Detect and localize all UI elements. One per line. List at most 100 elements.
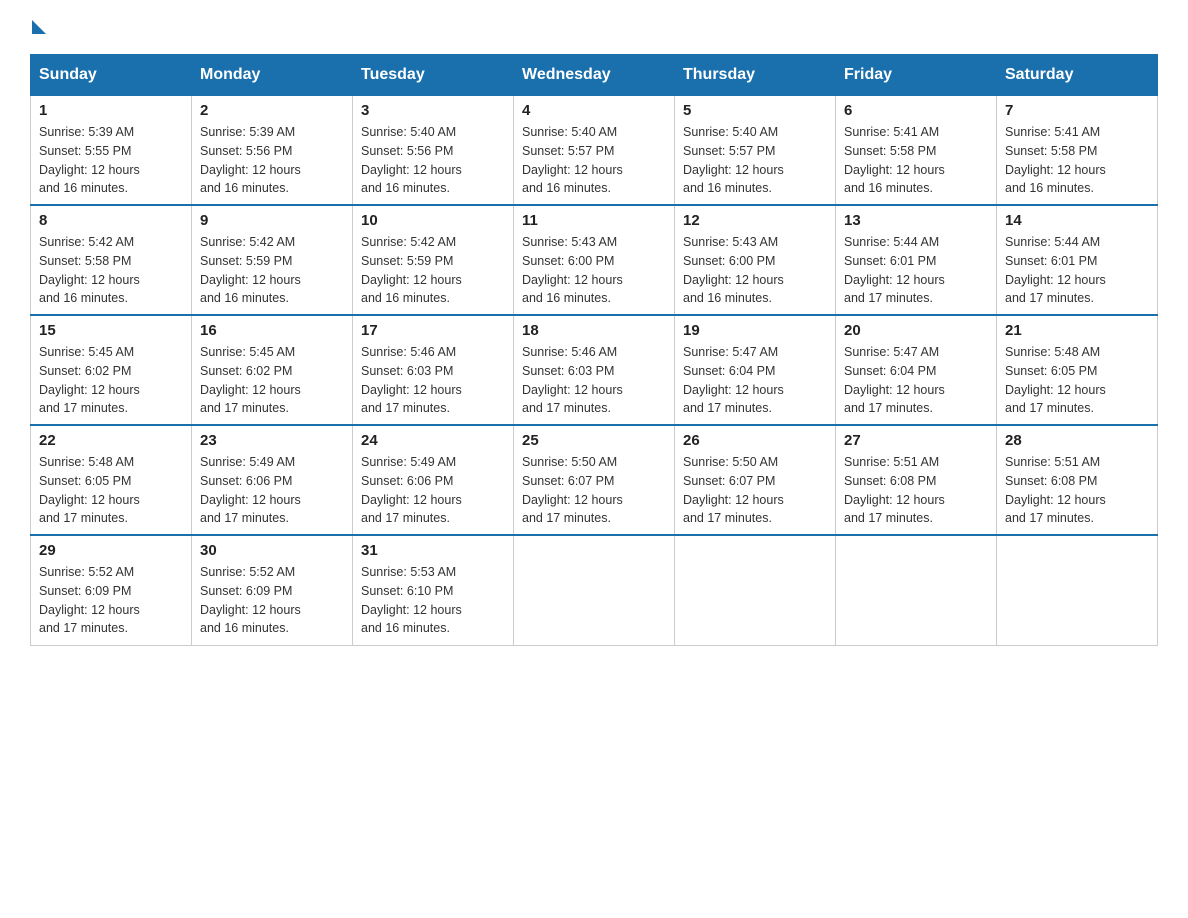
calendar-table: SundayMondayTuesdayWednesdayThursdayFrid… bbox=[30, 54, 1158, 646]
calendar-week-row: 15 Sunrise: 5:45 AM Sunset: 6:02 PM Dayl… bbox=[31, 315, 1158, 425]
column-header-saturday: Saturday bbox=[997, 55, 1158, 95]
calendar-cell: 26 Sunrise: 5:50 AM Sunset: 6:07 PM Dayl… bbox=[675, 425, 836, 535]
day-info: Sunrise: 5:51 AM Sunset: 6:08 PM Dayligh… bbox=[1005, 453, 1149, 528]
day-info: Sunrise: 5:43 AM Sunset: 6:00 PM Dayligh… bbox=[683, 233, 827, 308]
day-info: Sunrise: 5:40 AM Sunset: 5:57 PM Dayligh… bbox=[522, 123, 666, 198]
calendar-cell: 21 Sunrise: 5:48 AM Sunset: 6:05 PM Dayl… bbox=[997, 315, 1158, 425]
calendar-cell: 24 Sunrise: 5:49 AM Sunset: 6:06 PM Dayl… bbox=[353, 425, 514, 535]
column-header-monday: Monday bbox=[192, 55, 353, 95]
calendar-cell: 18 Sunrise: 5:46 AM Sunset: 6:03 PM Dayl… bbox=[514, 315, 675, 425]
day-number: 22 bbox=[39, 432, 183, 449]
day-info: Sunrise: 5:51 AM Sunset: 6:08 PM Dayligh… bbox=[844, 453, 988, 528]
day-info: Sunrise: 5:53 AM Sunset: 6:10 PM Dayligh… bbox=[361, 563, 505, 638]
calendar-week-row: 8 Sunrise: 5:42 AM Sunset: 5:58 PM Dayli… bbox=[31, 205, 1158, 315]
calendar-cell: 11 Sunrise: 5:43 AM Sunset: 6:00 PM Dayl… bbox=[514, 205, 675, 315]
day-number: 31 bbox=[361, 542, 505, 559]
calendar-cell bbox=[997, 535, 1158, 645]
column-header-sunday: Sunday bbox=[31, 55, 192, 95]
day-info: Sunrise: 5:42 AM Sunset: 5:59 PM Dayligh… bbox=[200, 233, 344, 308]
calendar-header-row: SundayMondayTuesdayWednesdayThursdayFrid… bbox=[31, 55, 1158, 95]
calendar-cell: 29 Sunrise: 5:52 AM Sunset: 6:09 PM Dayl… bbox=[31, 535, 192, 645]
day-number: 13 bbox=[844, 212, 988, 229]
day-info: Sunrise: 5:45 AM Sunset: 6:02 PM Dayligh… bbox=[200, 343, 344, 418]
calendar-cell: 31 Sunrise: 5:53 AM Sunset: 6:10 PM Dayl… bbox=[353, 535, 514, 645]
calendar-week-row: 29 Sunrise: 5:52 AM Sunset: 6:09 PM Dayl… bbox=[31, 535, 1158, 645]
calendar-cell: 13 Sunrise: 5:44 AM Sunset: 6:01 PM Dayl… bbox=[836, 205, 997, 315]
calendar-cell: 27 Sunrise: 5:51 AM Sunset: 6:08 PM Dayl… bbox=[836, 425, 997, 535]
day-info: Sunrise: 5:41 AM Sunset: 5:58 PM Dayligh… bbox=[844, 123, 988, 198]
day-number: 25 bbox=[522, 432, 666, 449]
day-info: Sunrise: 5:50 AM Sunset: 6:07 PM Dayligh… bbox=[683, 453, 827, 528]
day-info: Sunrise: 5:47 AM Sunset: 6:04 PM Dayligh… bbox=[683, 343, 827, 418]
day-number: 29 bbox=[39, 542, 183, 559]
day-number: 19 bbox=[683, 322, 827, 339]
calendar-cell: 5 Sunrise: 5:40 AM Sunset: 5:57 PM Dayli… bbox=[675, 95, 836, 205]
calendar-cell: 28 Sunrise: 5:51 AM Sunset: 6:08 PM Dayl… bbox=[997, 425, 1158, 535]
calendar-cell bbox=[675, 535, 836, 645]
day-info: Sunrise: 5:42 AM Sunset: 5:58 PM Dayligh… bbox=[39, 233, 183, 308]
day-number: 6 bbox=[844, 102, 988, 119]
day-number: 24 bbox=[361, 432, 505, 449]
day-info: Sunrise: 5:49 AM Sunset: 6:06 PM Dayligh… bbox=[361, 453, 505, 528]
calendar-cell: 3 Sunrise: 5:40 AM Sunset: 5:56 PM Dayli… bbox=[353, 95, 514, 205]
day-number: 18 bbox=[522, 322, 666, 339]
day-number: 16 bbox=[200, 322, 344, 339]
day-info: Sunrise: 5:44 AM Sunset: 6:01 PM Dayligh… bbox=[1005, 233, 1149, 308]
day-number: 11 bbox=[522, 212, 666, 229]
calendar-cell: 4 Sunrise: 5:40 AM Sunset: 5:57 PM Dayli… bbox=[514, 95, 675, 205]
day-number: 7 bbox=[1005, 102, 1149, 119]
day-info: Sunrise: 5:52 AM Sunset: 6:09 PM Dayligh… bbox=[39, 563, 183, 638]
day-number: 8 bbox=[39, 212, 183, 229]
day-info: Sunrise: 5:52 AM Sunset: 6:09 PM Dayligh… bbox=[200, 563, 344, 638]
day-info: Sunrise: 5:42 AM Sunset: 5:59 PM Dayligh… bbox=[361, 233, 505, 308]
day-number: 3 bbox=[361, 102, 505, 119]
calendar-cell: 15 Sunrise: 5:45 AM Sunset: 6:02 PM Dayl… bbox=[31, 315, 192, 425]
day-info: Sunrise: 5:48 AM Sunset: 6:05 PM Dayligh… bbox=[1005, 343, 1149, 418]
calendar-cell: 14 Sunrise: 5:44 AM Sunset: 6:01 PM Dayl… bbox=[997, 205, 1158, 315]
day-number: 27 bbox=[844, 432, 988, 449]
day-info: Sunrise: 5:45 AM Sunset: 6:02 PM Dayligh… bbox=[39, 343, 183, 418]
logo bbox=[30, 20, 48, 34]
calendar-cell: 30 Sunrise: 5:52 AM Sunset: 6:09 PM Dayl… bbox=[192, 535, 353, 645]
day-number: 4 bbox=[522, 102, 666, 119]
day-info: Sunrise: 5:50 AM Sunset: 6:07 PM Dayligh… bbox=[522, 453, 666, 528]
day-info: Sunrise: 5:48 AM Sunset: 6:05 PM Dayligh… bbox=[39, 453, 183, 528]
day-number: 9 bbox=[200, 212, 344, 229]
calendar-cell: 8 Sunrise: 5:42 AM Sunset: 5:58 PM Dayli… bbox=[31, 205, 192, 315]
day-info: Sunrise: 5:44 AM Sunset: 6:01 PM Dayligh… bbox=[844, 233, 988, 308]
calendar-cell: 23 Sunrise: 5:49 AM Sunset: 6:06 PM Dayl… bbox=[192, 425, 353, 535]
day-info: Sunrise: 5:46 AM Sunset: 6:03 PM Dayligh… bbox=[522, 343, 666, 418]
calendar-cell: 25 Sunrise: 5:50 AM Sunset: 6:07 PM Dayl… bbox=[514, 425, 675, 535]
logo-arrow-icon bbox=[32, 20, 46, 34]
calendar-cell: 9 Sunrise: 5:42 AM Sunset: 5:59 PM Dayli… bbox=[192, 205, 353, 315]
day-number: 28 bbox=[1005, 432, 1149, 449]
calendar-cell: 6 Sunrise: 5:41 AM Sunset: 5:58 PM Dayli… bbox=[836, 95, 997, 205]
day-number: 30 bbox=[200, 542, 344, 559]
day-info: Sunrise: 5:40 AM Sunset: 5:57 PM Dayligh… bbox=[683, 123, 827, 198]
day-info: Sunrise: 5:39 AM Sunset: 5:55 PM Dayligh… bbox=[39, 123, 183, 198]
calendar-cell: 19 Sunrise: 5:47 AM Sunset: 6:04 PM Dayl… bbox=[675, 315, 836, 425]
calendar-cell: 16 Sunrise: 5:45 AM Sunset: 6:02 PM Dayl… bbox=[192, 315, 353, 425]
calendar-cell: 7 Sunrise: 5:41 AM Sunset: 5:58 PM Dayli… bbox=[997, 95, 1158, 205]
calendar-week-row: 22 Sunrise: 5:48 AM Sunset: 6:05 PM Dayl… bbox=[31, 425, 1158, 535]
calendar-week-row: 1 Sunrise: 5:39 AM Sunset: 5:55 PM Dayli… bbox=[31, 95, 1158, 205]
calendar-cell: 10 Sunrise: 5:42 AM Sunset: 5:59 PM Dayl… bbox=[353, 205, 514, 315]
day-number: 20 bbox=[844, 322, 988, 339]
day-number: 23 bbox=[200, 432, 344, 449]
calendar-cell bbox=[836, 535, 997, 645]
day-number: 26 bbox=[683, 432, 827, 449]
column-header-wednesday: Wednesday bbox=[514, 55, 675, 95]
calendar-cell: 17 Sunrise: 5:46 AM Sunset: 6:03 PM Dayl… bbox=[353, 315, 514, 425]
calendar-cell: 12 Sunrise: 5:43 AM Sunset: 6:00 PM Dayl… bbox=[675, 205, 836, 315]
day-info: Sunrise: 5:43 AM Sunset: 6:00 PM Dayligh… bbox=[522, 233, 666, 308]
page-header bbox=[30, 20, 1158, 34]
day-info: Sunrise: 5:49 AM Sunset: 6:06 PM Dayligh… bbox=[200, 453, 344, 528]
calendar-cell bbox=[514, 535, 675, 645]
day-number: 2 bbox=[200, 102, 344, 119]
day-info: Sunrise: 5:47 AM Sunset: 6:04 PM Dayligh… bbox=[844, 343, 988, 418]
day-info: Sunrise: 5:40 AM Sunset: 5:56 PM Dayligh… bbox=[361, 123, 505, 198]
day-number: 5 bbox=[683, 102, 827, 119]
day-number: 14 bbox=[1005, 212, 1149, 229]
day-info: Sunrise: 5:39 AM Sunset: 5:56 PM Dayligh… bbox=[200, 123, 344, 198]
day-number: 17 bbox=[361, 322, 505, 339]
